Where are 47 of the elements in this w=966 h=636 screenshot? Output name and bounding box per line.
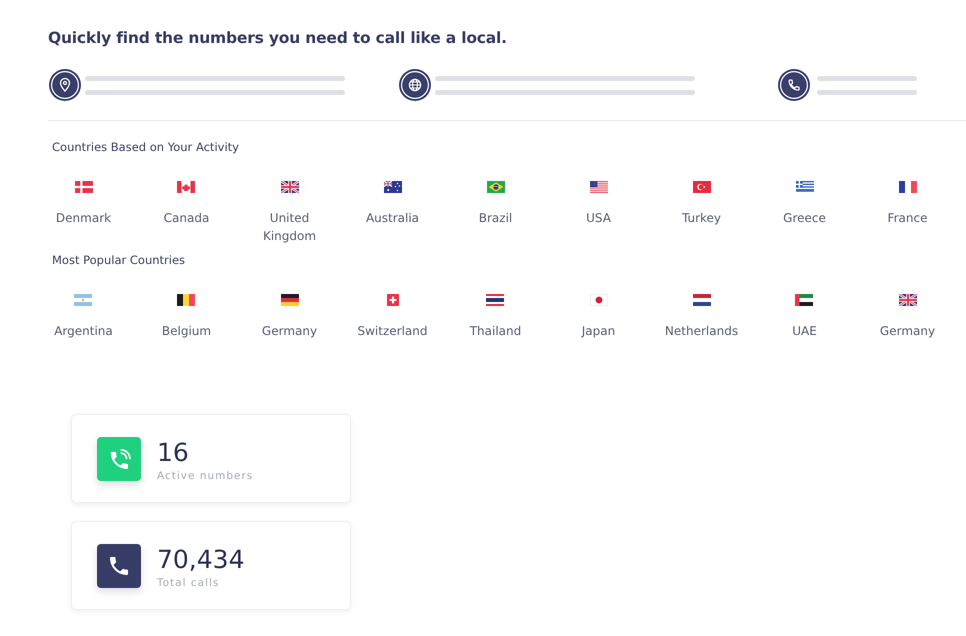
flag-icon	[692, 294, 710, 306]
stat-label: Total calls	[157, 576, 220, 590]
country-option[interactable]: France	[888, 181, 928, 227]
flag-icon	[795, 294, 814, 306]
country-option[interactable]: Denmark	[56, 181, 112, 227]
country-option[interactable]: UAE	[792, 294, 817, 340]
country-option[interactable]: Canada	[164, 181, 210, 227]
flag-icon	[590, 181, 608, 193]
country-option[interactable]: Switzerland	[358, 294, 428, 340]
country-option[interactable]: Germany	[880, 294, 936, 340]
section-heading: Countries Based on Your Activity	[52, 139, 240, 155]
page-heading: Quickly find the numbers you need to call like a local.	[48, 28, 508, 49]
section-heading: Most Popular Countries	[52, 252, 186, 268]
phone-ringing-icon	[97, 436, 141, 480]
flag-icon	[486, 294, 504, 306]
flag-icon	[486, 181, 504, 193]
stat-value: 70,434	[157, 544, 244, 574]
flag-icon	[280, 294, 298, 306]
country-option[interactable]: Germany	[262, 294, 318, 340]
country-option[interactable]: Belgium	[162, 294, 212, 340]
country-option[interactable]: Japan	[582, 294, 616, 340]
country-option[interactable]: Argentina	[54, 294, 113, 340]
phone-icon	[778, 69, 810, 101]
flag-icon	[796, 181, 814, 193]
union-jack-flag-icon	[898, 294, 916, 306]
country-option[interactable]: United Kingdom	[248, 181, 332, 245]
flag-icon	[74, 294, 92, 306]
country-option[interactable]: Australia	[366, 181, 420, 227]
stat-label: Active numbers	[157, 468, 254, 484]
globe-icon	[399, 69, 431, 101]
phone-icon	[97, 544, 141, 588]
flag-icon	[74, 181, 92, 193]
flag-icon	[177, 181, 196, 193]
flag-icon	[177, 294, 196, 306]
stat-value: 16	[157, 438, 190, 468]
country-option[interactable]: Brazil	[478, 181, 512, 227]
country-option[interactable]: Greece	[783, 181, 826, 227]
union-jack-flag-icon	[280, 181, 298, 193]
map-pin-icon	[49, 69, 81, 101]
flag-icon	[384, 181, 402, 193]
flag-icon	[692, 181, 710, 193]
flag-icon	[590, 294, 608, 306]
country-option[interactable]: Netherlands	[664, 294, 738, 340]
country-option[interactable]: Turkey	[682, 181, 722, 227]
flag-icon	[898, 181, 916, 193]
country-option[interactable]: Thailand	[470, 294, 522, 340]
country-option[interactable]: USA	[586, 181, 611, 227]
